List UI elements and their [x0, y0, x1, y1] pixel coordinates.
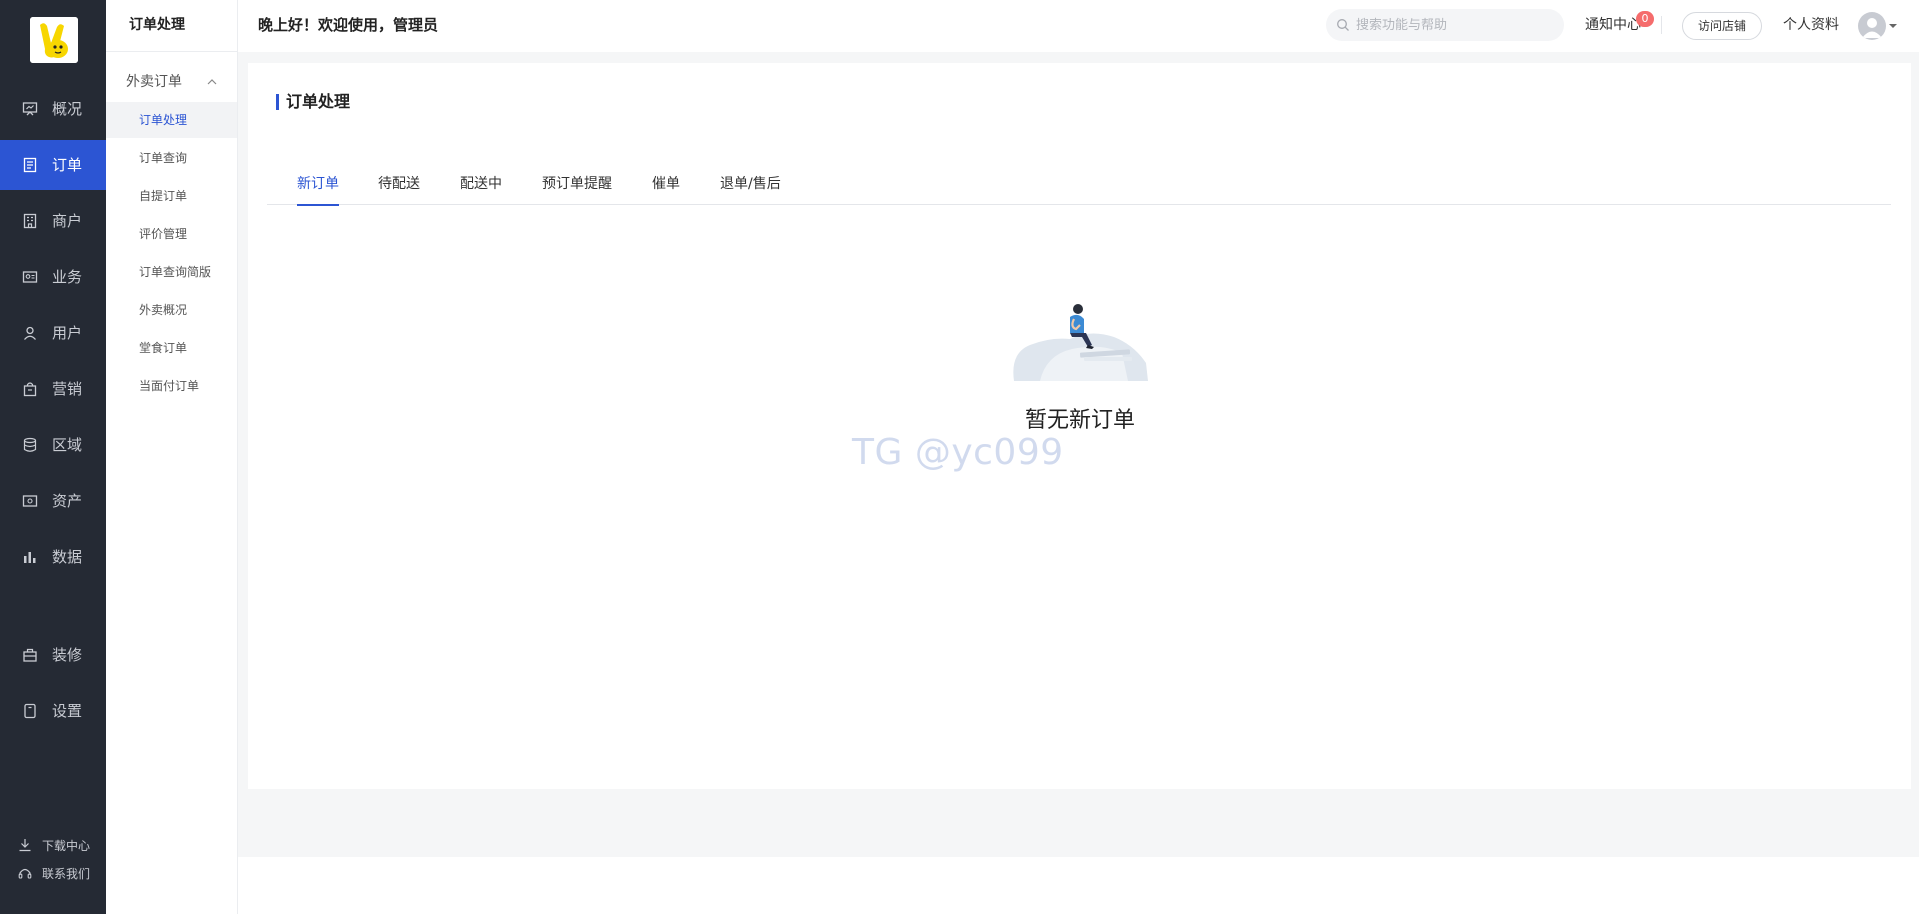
- tab-preorder-reminder[interactable]: 预订单提醒: [542, 167, 612, 205]
- subnav-item-order-query[interactable]: 订单查询: [106, 140, 237, 176]
- user-icon: [24, 326, 36, 340]
- nav-label: 装修: [52, 646, 83, 664]
- nav-item-marketing[interactable]: 营销: [0, 364, 106, 414]
- contact-us-label: 联系我们: [42, 867, 91, 881]
- greeting-text: 晚上好！欢迎使用，管理员: [258, 16, 439, 34]
- tab-reminders[interactable]: 催单: [652, 167, 680, 205]
- document-icon: [23, 157, 37, 173]
- tab-new-orders[interactable]: 新订单: [297, 167, 339, 206]
- nav-label: 商户: [52, 212, 83, 230]
- device-icon: [24, 703, 36, 719]
- nav-item-assets[interactable]: 资产: [0, 476, 106, 526]
- nav-label: 营销: [52, 380, 83, 398]
- subnav-item-takeout-overview[interactable]: 外卖概况: [106, 292, 237, 328]
- nav-label: 订单: [52, 156, 83, 174]
- briefcase-icon: [23, 648, 37, 662]
- nav-item-users[interactable]: 用户: [0, 308, 106, 358]
- avatar[interactable]: [1858, 12, 1886, 40]
- contact-us-link[interactable]: 联系我们: [0, 862, 106, 886]
- id-card-icon: [22, 271, 38, 283]
- bag-icon: [23, 382, 37, 397]
- page-title: 订单处理: [286, 92, 351, 111]
- profile-link[interactable]: 个人资料: [1783, 14, 1839, 36]
- subnav-item-review-management[interactable]: 评价管理: [106, 216, 237, 252]
- nav-item-decorate[interactable]: 装修: [0, 630, 106, 680]
- main-nav: 概况 订单 商户 业务 用户 营销 区域 资产 数据 装修 设置 下载中心 联系…: [0, 0, 106, 914]
- subnav-group-label: 外卖订单: [126, 74, 182, 90]
- headset-icon: [18, 868, 32, 879]
- tab-delivering[interactable]: 配送中: [460, 167, 502, 205]
- order-processing-card: 订单处理 新订单 待配送 配送中 预订单提醒 催单 退单/售后 暂无新订单: [248, 63, 1911, 789]
- subnav-item-dine-in-orders[interactable]: 堂食订单: [106, 330, 237, 366]
- wallet-icon: [22, 495, 38, 507]
- nav-item-business[interactable]: 业务: [0, 252, 106, 302]
- presentation-icon: [22, 102, 38, 116]
- tab-pending-delivery[interactable]: 待配送: [378, 167, 420, 205]
- nav-label: 设置: [52, 702, 83, 720]
- visit-store-button[interactable]: 访问店铺: [1682, 12, 1762, 40]
- building-icon: [23, 213, 37, 229]
- nav-label: 用户: [52, 324, 83, 342]
- order-tabs: 新订单 待配送 配送中 预订单提醒 催单 退单/售后: [267, 167, 1891, 206]
- caret-down-icon[interactable]: [1888, 22, 1898, 30]
- nav-item-region[interactable]: 区域: [0, 420, 106, 470]
- subnav-item-face-to-face-orders[interactable]: 当面付订单: [106, 368, 237, 404]
- nav-item-orders[interactable]: 订单: [0, 140, 106, 190]
- empty-state-illustration: [1013, 304, 1148, 381]
- top-header: 晚上好！欢迎使用，管理员 通知中心 0 访问店铺 个人资料: [238, 0, 1919, 52]
- notification-badge: 0: [1636, 11, 1654, 27]
- nav-label: 区域: [52, 436, 83, 454]
- subnav-item-pickup-orders[interactable]: 自提订单: [106, 178, 237, 214]
- subnav-item-order-processing[interactable]: 订单处理: [106, 102, 237, 138]
- watermark: TG @yc099: [852, 432, 1064, 473]
- chevron-up-icon: [207, 79, 217, 85]
- header-divider: [1661, 16, 1662, 34]
- search-icon: [1337, 19, 1349, 31]
- bar-chart-icon: [24, 552, 36, 563]
- subnav-item-order-query-lite[interactable]: 订单查询简版: [106, 254, 237, 290]
- nav-item-overview[interactable]: 概况: [0, 84, 106, 134]
- database-icon: [23, 437, 37, 452]
- nav-label: 数据: [52, 548, 83, 566]
- download-center-link[interactable]: 下载中心: [0, 834, 106, 858]
- tab-refund-aftersale[interactable]: 退单/售后: [720, 167, 781, 205]
- notification-center-link[interactable]: 通知中心: [1585, 14, 1641, 36]
- nav-label: 概况: [52, 100, 83, 118]
- download-icon: [19, 839, 31, 852]
- app-logo[interactable]: [30, 17, 78, 63]
- subnav-title: 订单处理: [106, 0, 237, 52]
- user-avatar-icon: [1862, 18, 1882, 38]
- nav-item-data[interactable]: 数据: [0, 532, 106, 582]
- nav-item-settings[interactable]: 设置: [0, 686, 106, 736]
- app-root: 概况 订单 商户 业务 用户 营销 区域 资产 数据 装修 设置 下载中心 联系…: [0, 0, 1919, 914]
- nav-label: 业务: [52, 268, 83, 286]
- sub-nav: 订单处理 外卖订单 订单处理 订单查询 自提订单 评价管理 订单查询简版 外卖概…: [106, 0, 238, 914]
- download-center-label: 下载中心: [42, 839, 91, 853]
- nav-label: 资产: [52, 492, 83, 510]
- subnav-group-takeout[interactable]: 外卖订单: [106, 68, 237, 96]
- nav-item-merchants[interactable]: 商户: [0, 196, 106, 246]
- search-input[interactable]: [1326, 9, 1564, 41]
